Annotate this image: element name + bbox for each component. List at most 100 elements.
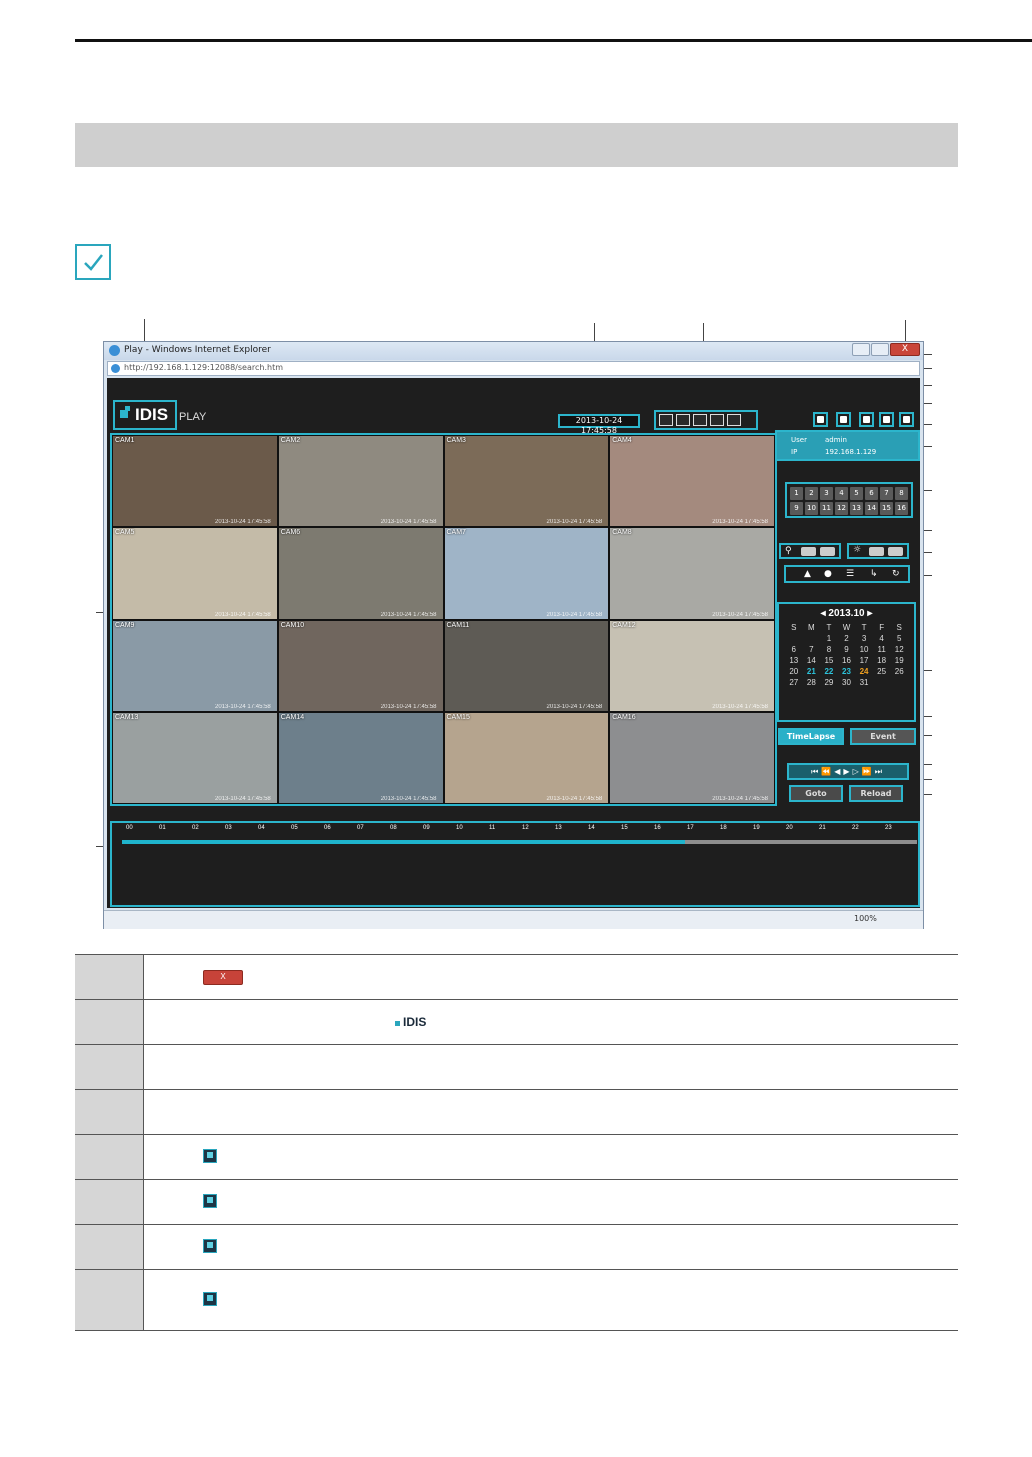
equalizer-icon[interactable]: ☰: [846, 569, 854, 579]
idis-logo[interactable]: IDIS: [113, 400, 177, 430]
calendar-day[interactable]: 5: [890, 634, 908, 643]
calendar-day[interactable]: 13: [785, 656, 803, 665]
channel-button[interactable]: 11: [820, 502, 833, 515]
calendar-day[interactable]: 26: [890, 667, 908, 676]
calendar-day[interactable]: 16: [838, 656, 856, 665]
camera-tile[interactable]: CAM11 2013-10-24 17:45:58: [444, 620, 609, 711]
calendar-day[interactable]: 21: [803, 667, 821, 676]
calendar-day[interactable]: 1: [820, 634, 838, 643]
camera-tile[interactable]: CAM16 2013-10-24 17:45:58: [610, 712, 774, 803]
channel-button[interactable]: 13: [850, 502, 863, 515]
calendar-day[interactable]: 24: [855, 667, 873, 676]
calendar-day[interactable]: 20: [785, 667, 803, 676]
camera-tile[interactable]: CAM10 2013-10-24 17:45:58: [278, 620, 443, 711]
camera-tile[interactable]: CAM5 2013-10-24 17:45:58: [113, 528, 277, 619]
calendar-day[interactable]: 6: [785, 645, 803, 654]
print-icon[interactable]: [859, 412, 874, 427]
brightness-down-button[interactable]: [888, 547, 903, 556]
prev-month-icon[interactable]: ◂: [821, 608, 826, 619]
layout-1-icon[interactable]: [659, 414, 673, 426]
clip-export-icon[interactable]: [836, 412, 851, 427]
calendar-day[interactable]: 31: [855, 678, 873, 687]
zoom-level[interactable]: 100%: [854, 914, 877, 923]
calendar-day[interactable]: 29: [820, 678, 838, 687]
camera-tile[interactable]: CAM1 2013-10-24 17:45:58: [113, 436, 277, 527]
layout-4-icon[interactable]: [676, 414, 690, 426]
channel-button[interactable]: 8: [895, 487, 908, 500]
calendar-day[interactable]: 12: [890, 645, 908, 654]
last-icon[interactable]: ⏭: [875, 767, 885, 776]
first-icon[interactable]: ⏮: [811, 767, 821, 776]
camera-tile[interactable]: CAM14 2013-10-24 17:45:58: [278, 712, 443, 803]
calendar-day[interactable]: 7: [803, 645, 821, 654]
calendar-day[interactable]: 30: [838, 678, 856, 687]
reload-button[interactable]: Reload: [849, 785, 903, 802]
maximize-button[interactable]: [871, 343, 889, 356]
minimize-button[interactable]: [852, 343, 870, 356]
channel-button[interactable]: 15: [880, 502, 893, 515]
calendar-day[interactable]: 4: [873, 634, 891, 643]
calendar-day[interactable]: 9: [838, 645, 856, 654]
camera-tile[interactable]: CAM4 2013-10-24 17:45:58: [610, 436, 774, 527]
camera-tile[interactable]: CAM15 2013-10-24 17:45:58: [444, 712, 609, 803]
zoom-out-button[interactable]: [820, 547, 835, 556]
calendar-day[interactable]: 19: [890, 656, 908, 665]
calendar-day[interactable]: 22: [820, 667, 838, 676]
calendar-day[interactable]: 25: [873, 667, 891, 676]
channel-button[interactable]: 3: [820, 487, 833, 500]
channel-button[interactable]: 14: [865, 502, 878, 515]
fast-forward-icon[interactable]: ⏩: [862, 767, 875, 776]
goto-button[interactable]: Goto: [789, 785, 843, 802]
channel-button[interactable]: 9: [790, 502, 803, 515]
close-button[interactable]: X: [890, 343, 920, 356]
calendar-day[interactable]: 28: [803, 678, 821, 687]
calendar-day[interactable]: 18: [873, 656, 891, 665]
calendar-day[interactable]: 3: [855, 634, 873, 643]
calendar-day[interactable]: 14: [803, 656, 821, 665]
play-icon[interactable]: ▶: [843, 767, 852, 776]
camera-tile[interactable]: CAM8 2013-10-24 17:45:58: [610, 528, 774, 619]
calendar-day[interactable]: 27: [785, 678, 803, 687]
gear-icon[interactable]: [879, 412, 894, 427]
export-icon[interactable]: [813, 412, 828, 427]
layout-16-icon[interactable]: [710, 414, 724, 426]
calendar-day[interactable]: 8: [820, 645, 838, 654]
camera-tile[interactable]: CAM12 2013-10-24 17:45:58: [610, 620, 774, 711]
channel-button[interactable]: 7: [880, 487, 893, 500]
channel-button[interactable]: 4: [835, 487, 848, 500]
calendar-day[interactable]: 10: [855, 645, 873, 654]
camera-tile[interactable]: CAM9 2013-10-24 17:45:58: [113, 620, 277, 711]
channel-button[interactable]: 1: [790, 487, 803, 500]
channel-button[interactable]: 12: [835, 502, 848, 515]
channel-button[interactable]: 6: [865, 487, 878, 500]
tab-timelapse[interactable]: TimeLapse: [778, 728, 844, 745]
calendar-day[interactable]: 17: [855, 656, 873, 665]
channel-button[interactable]: 5: [850, 487, 863, 500]
camera-tile[interactable]: CAM6 2013-10-24 17:45:58: [278, 528, 443, 619]
calendar-day[interactable]: 15: [820, 656, 838, 665]
channel-button[interactable]: 10: [805, 502, 818, 515]
tab-event[interactable]: Event: [850, 728, 916, 745]
calendar-day[interactable]: 23: [838, 667, 856, 676]
fast-rewind-icon[interactable]: ⏪: [821, 767, 834, 776]
camera-tile[interactable]: CAM7 2013-10-24 17:45:58: [444, 528, 609, 619]
next-month-icon[interactable]: ▸: [867, 608, 872, 619]
fullscreen-icon[interactable]: [727, 414, 741, 426]
step-forward-icon[interactable]: ▷: [853, 767, 862, 776]
layout-9-icon[interactable]: [693, 414, 707, 426]
zoom-in-button[interactable]: [801, 547, 816, 556]
camera-tile[interactable]: CAM13 2013-10-24 17:45:58: [113, 712, 277, 803]
calendar-day[interactable]: 2: [838, 634, 856, 643]
timeline[interactable]: 00 01 02 03 04 05 06 07 08 09 10 11 12 13 14 15 16 17 18 19…: [110, 821, 920, 907]
color-icon[interactable]: ●: [824, 569, 832, 579]
channel-button[interactable]: 2: [805, 487, 818, 500]
calendar-day[interactable]: 11: [873, 645, 891, 654]
camera-tile[interactable]: CAM3 2013-10-24 17:45:58: [444, 436, 609, 527]
brightness-up-button[interactable]: [869, 547, 884, 556]
camera-tile[interactable]: CAM2 2013-10-24 17:45:58: [278, 436, 443, 527]
contrast-icon[interactable]: ▲: [804, 569, 811, 579]
timeline-track[interactable]: [122, 840, 917, 844]
logout-icon[interactable]: [899, 412, 914, 427]
deinterlace-icon[interactable]: ↳: [870, 569, 878, 579]
address-bar[interactable]: http://192.168.1.129:12088/search.htm: [107, 361, 920, 376]
